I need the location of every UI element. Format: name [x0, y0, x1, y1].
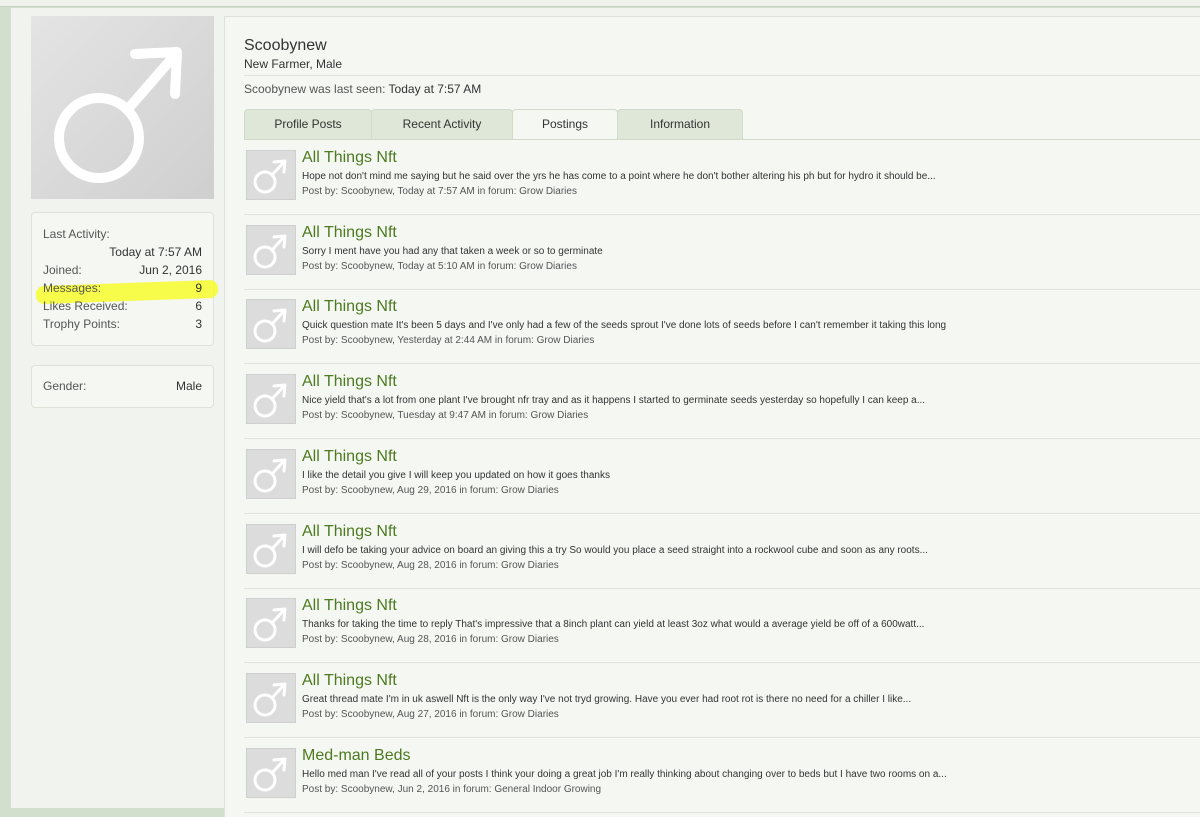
last-seen-value: Today at 7:57 AM: [388, 82, 482, 96]
male-symbol-icon: [247, 300, 295, 349]
list-item: All Things Nft I like the detail you give…: [244, 439, 1200, 514]
post-snippet[interactable]: I will defo be taking your advice on boa…: [302, 545, 928, 556]
avatar[interactable]: [246, 523, 296, 574]
trophy-points-value[interactable]: 3: [195, 317, 202, 331]
post-snippet[interactable]: Great thread mate I'm in uk aswell Nft i…: [302, 694, 911, 705]
last-seen: Scoobynew was last seen: Today at 7:57 A…: [244, 82, 481, 96]
last-activity-label: Last Activity:: [43, 227, 110, 241]
tab-information[interactable]: Information: [617, 109, 743, 139]
gender-box: Gender: Male: [31, 365, 214, 408]
post-thread-title[interactable]: All Things Nft: [302, 672, 397, 690]
last-activity-value: Today at 7:57 AM: [109, 245, 202, 259]
male-symbol-icon: [247, 524, 295, 573]
post-thread-title[interactable]: All Things Nft: [302, 523, 397, 541]
post-meta: Post by: Scoobynew, Yesterday at 2:44 AM…: [302, 335, 595, 347]
tab-profile-posts[interactable]: Profile Posts: [244, 109, 372, 139]
male-symbol-icon: [31, 16, 214, 199]
list-item: Med-man Beds Hello med man I've read all …: [244, 738, 1200, 813]
list-item: All Things Nft Sorry I ment have you had …: [244, 215, 1200, 290]
post-meta: Post by: Scoobynew, Today at 7:57 AM in …: [302, 186, 577, 197]
profile-tabs: Profile Posts Recent Activity Postings I…: [244, 109, 1200, 140]
avatar[interactable]: [31, 16, 214, 199]
post-meta: Post by: Scoobynew, Tuesday at 9:47 AM i…: [302, 410, 589, 422]
male-symbol-icon: [247, 673, 295, 722]
post-snippet[interactable]: Quick question mate It's been 5 days and…: [302, 320, 946, 331]
last-seen-prefix: Scoobynew was last seen:: [244, 82, 386, 96]
avatar[interactable]: [246, 747, 296, 798]
post-thread-title[interactable]: All Things Nft: [302, 373, 397, 391]
joined-value: Jun 2, 2016: [139, 263, 202, 277]
post-thread-title[interactable]: All Things Nft: [302, 597, 397, 615]
post-snippet[interactable]: Sorry I ment have you had any that taken…: [302, 246, 603, 257]
post-thread-title[interactable]: All Things Nft: [302, 298, 397, 316]
messages-label[interactable]: Messages:: [43, 281, 101, 295]
post-thread-title[interactable]: All Things Nft: [302, 149, 397, 167]
likes-received-value: 6: [195, 299, 202, 313]
avatar[interactable]: [246, 299, 296, 350]
post-thread-title[interactable]: All Things Nft: [302, 224, 397, 242]
post-snippet[interactable]: Hello med man I've read all of your post…: [302, 769, 947, 780]
gender-value: Male: [175, 379, 202, 393]
post-snippet[interactable]: I like the detail you give I will keep y…: [302, 470, 610, 481]
user-title: New Farmer, Male: [244, 57, 343, 71]
list-item: All Things Nft Great thread mate I'm in u…: [244, 663, 1200, 738]
male-symbol-icon: [247, 748, 295, 797]
male-symbol-icon: [247, 225, 295, 274]
tab-postings[interactable]: Postings: [512, 109, 618, 140]
post-snippet[interactable]: Thanks for taking the time to reply That…: [302, 619, 924, 630]
post-meta: Post by: Scoobynew, Aug 28, 2016 in foru…: [302, 559, 559, 571]
tab-recent-activity[interactable]: Recent Activity: [371, 109, 513, 139]
profile-main: Scoobynew New Farmer, Male Scoobynew was…: [224, 16, 1200, 817]
messages-value[interactable]: 9: [195, 281, 202, 295]
list-item: All Things Nft Thanks for taking the time…: [244, 588, 1200, 664]
avatar[interactable]: [246, 598, 296, 649]
list-item: All Things Nft Hope not don't mind me say…: [244, 140, 1200, 215]
profile-page: Last Activity: Today at 7:57 AM Joined: …: [10, 8, 1200, 817]
likes-received-label: Likes Received:: [43, 299, 128, 313]
page-title: Scoobynew: [244, 37, 327, 54]
post-meta: Post by: Scoobynew, Aug 27, 2016 in foru…: [302, 708, 559, 720]
top-bar: [0, 0, 1200, 7]
avatar[interactable]: [246, 150, 296, 200]
post-meta: Post by: Scoobynew, Aug 28, 2016 in foru…: [302, 634, 559, 646]
list-item: All Things Nft Nice yield that's a lot fr…: [244, 364, 1200, 440]
post-snippet[interactable]: Hope not don't mind me saying but he sai…: [302, 171, 936, 182]
list-item: All Things Nft I will defo be taking your…: [244, 514, 1200, 589]
post-thread-title[interactable]: All Things Nft: [302, 448, 397, 466]
avatar[interactable]: [246, 672, 296, 723]
post-meta: Post by: Scoobynew, Today at 5:10 AM in …: [302, 260, 577, 272]
avatar[interactable]: [246, 224, 296, 275]
trophy-points-label: Trophy Points:: [43, 317, 120, 331]
post-meta: Post by: Scoobynew, Aug 29, 2016 in foru…: [302, 484, 559, 496]
avatar[interactable]: [246, 448, 296, 499]
male-symbol-icon: [247, 151, 295, 199]
divider: [244, 75, 1200, 76]
joined-label: Joined:: [43, 263, 82, 277]
post-snippet[interactable]: Nice yield that's a lot from one plant I…: [302, 395, 925, 406]
avatar[interactable]: [246, 374, 296, 425]
male-symbol-icon: [247, 449, 295, 498]
male-symbol-icon: [247, 599, 295, 648]
list-item: All Things Nft Quick question mate It's b…: [244, 289, 1200, 365]
gender-label: Gender:: [43, 379, 87, 393]
male-symbol-icon: [247, 375, 295, 424]
post-meta: Post by: Scoobynew, Jun 2, 2016 in forum…: [302, 783, 602, 795]
post-thread-title[interactable]: Med-man Beds: [302, 747, 411, 765]
member-stats: Last Activity: Today at 7:57 AM Joined: …: [31, 212, 219, 346]
